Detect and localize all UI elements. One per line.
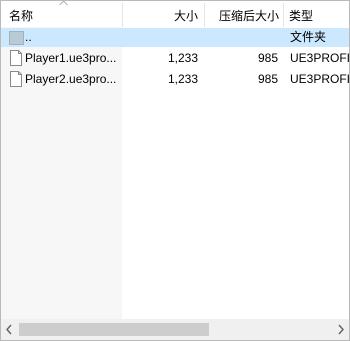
column-header-type-label: 类型 xyxy=(289,9,314,23)
column-header-size[interactable]: 大小 xyxy=(123,1,198,27)
file-list-view: 名称 大小 压缩后大小 类型 .. 文件夹 Player1.ue3pro... … xyxy=(0,0,350,341)
row-type: 文件夹 xyxy=(290,30,327,44)
list-row-parent-folder[interactable]: .. 文件夹 xyxy=(1,28,349,47)
column-resize-handle[interactable] xyxy=(283,3,284,27)
column-header-compressed-size-label: 压缩后大小 xyxy=(218,9,279,23)
row-compressed-size: 985 xyxy=(257,51,278,65)
file-icon xyxy=(10,50,22,66)
column-header-type[interactable]: 类型 xyxy=(289,1,349,27)
row-size: 1,233 xyxy=(167,51,198,65)
column-header-name[interactable]: 名称 xyxy=(9,1,121,27)
list-row-file[interactable]: Player2.ue3pro... 1,233 985 UE3PROFI xyxy=(1,70,349,89)
column-header-size-label: 大小 xyxy=(173,9,198,23)
row-size xyxy=(123,28,198,47)
column-header-compressed-size[interactable]: 压缩后大小 xyxy=(205,1,279,27)
column-header-bar: 名称 大小 压缩后大小 类型 xyxy=(1,1,349,27)
row-compressed-size xyxy=(205,28,278,47)
horizontal-scrollbar[interactable] xyxy=(1,319,349,340)
chevron-right-icon[interactable] xyxy=(332,319,349,340)
row-name: Player2.ue3pro... xyxy=(25,72,117,86)
folder-icon xyxy=(9,31,24,45)
chevron-left-icon[interactable] xyxy=(1,319,18,340)
list-row-file[interactable]: Player1.ue3pro... 1,233 985 UE3PROFI xyxy=(1,49,349,68)
row-name: Player1.ue3pro... xyxy=(25,51,117,65)
column-header-name-label: 名称 xyxy=(9,9,34,23)
row-name: .. xyxy=(25,30,32,44)
scroll-thumb[interactable] xyxy=(19,323,209,336)
row-type: UE3PROFI xyxy=(290,51,349,65)
row-type: UE3PROFI xyxy=(290,72,349,86)
file-icon xyxy=(10,71,22,87)
row-size: 1,233 xyxy=(167,72,198,86)
row-compressed-size: 985 xyxy=(257,72,278,86)
